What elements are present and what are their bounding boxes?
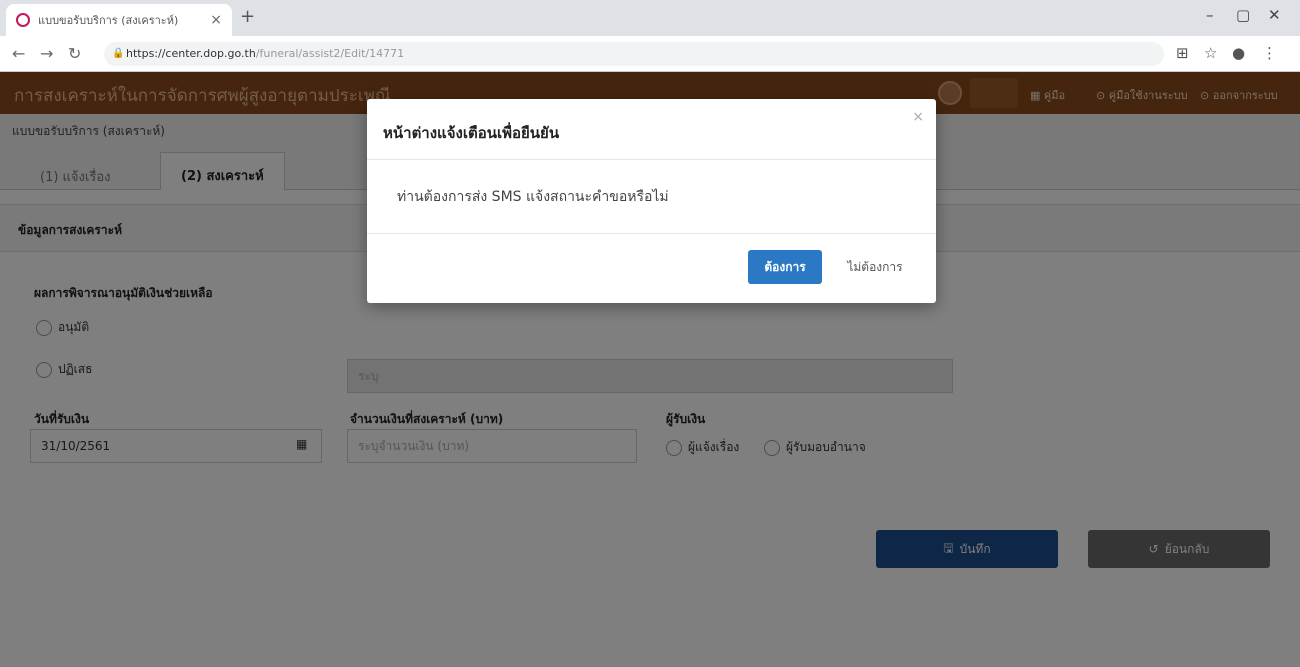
back-arrow-icon[interactable]: ← — [12, 44, 25, 63]
forward-arrow-icon[interactable]: → — [40, 44, 53, 63]
close-window-button[interactable]: ✕ — [1268, 6, 1281, 24]
url-path: /funeral/assist2/Edit/14771 — [255, 47, 405, 60]
translate-icon[interactable]: ⊞ — [1176, 44, 1189, 62]
close-icon[interactable]: × — [912, 109, 924, 125]
new-tab-button[interactable]: + — [240, 6, 255, 27]
confirm-button[interactable]: ต้องการ — [748, 250, 822, 284]
url-host: https://center.dop.go.th — [126, 47, 256, 60]
reload-icon[interactable]: ↻ — [68, 44, 81, 63]
restore-button[interactable]: ▢ — [1236, 6, 1250, 24]
tab-title: แบบขอรับบริการ (สงเคราะห์) — [38, 14, 179, 27]
profile-icon[interactable]: ● — [1232, 44, 1245, 62]
confirm-modal: หน้าต่างแจ้งเตือนเพื่อยืนยัน × ท่านต้องก… — [367, 99, 936, 303]
modal-title: หน้าต่างแจ้งเตือนเพื่อยืนยัน — [383, 124, 560, 142]
minimize-button[interactable]: – — [1206, 6, 1214, 24]
bookmark-star-icon[interactable]: ☆ — [1204, 44, 1217, 62]
tab-close-icon[interactable]: × — [210, 12, 222, 28]
modal-message: ท่านต้องการส่ง SMS แจ้งสถานะคำขอหรือไม่ — [397, 189, 669, 205]
menu-dots-icon[interactable]: ⋮ — [1262, 44, 1277, 62]
site-favicon-icon — [16, 13, 30, 27]
lock-icon: 🔒 — [112, 48, 125, 59]
browser-tabbar: แบบขอรับบริการ (สงเคราะห์) × + – ▢ ✕ — [0, 0, 1300, 36]
address-bar-row: ← → ↻ 🔒 https://center.dop.go.th/funeral… — [0, 36, 1300, 72]
modal-body: ท่านต้องการส่ง SMS แจ้งสถานะคำขอหรือไม่ — [367, 160, 936, 234]
url-field[interactable]: 🔒 https://center.dop.go.th/funeral/assis… — [104, 42, 1164, 66]
decline-button[interactable]: ไม่ต้องการ — [833, 250, 917, 284]
modal-header: หน้าต่างแจ้งเตือนเพื่อยืนยัน × — [367, 99, 936, 160]
browser-tab[interactable]: แบบขอรับบริการ (สงเคราะห์) × — [6, 4, 232, 36]
